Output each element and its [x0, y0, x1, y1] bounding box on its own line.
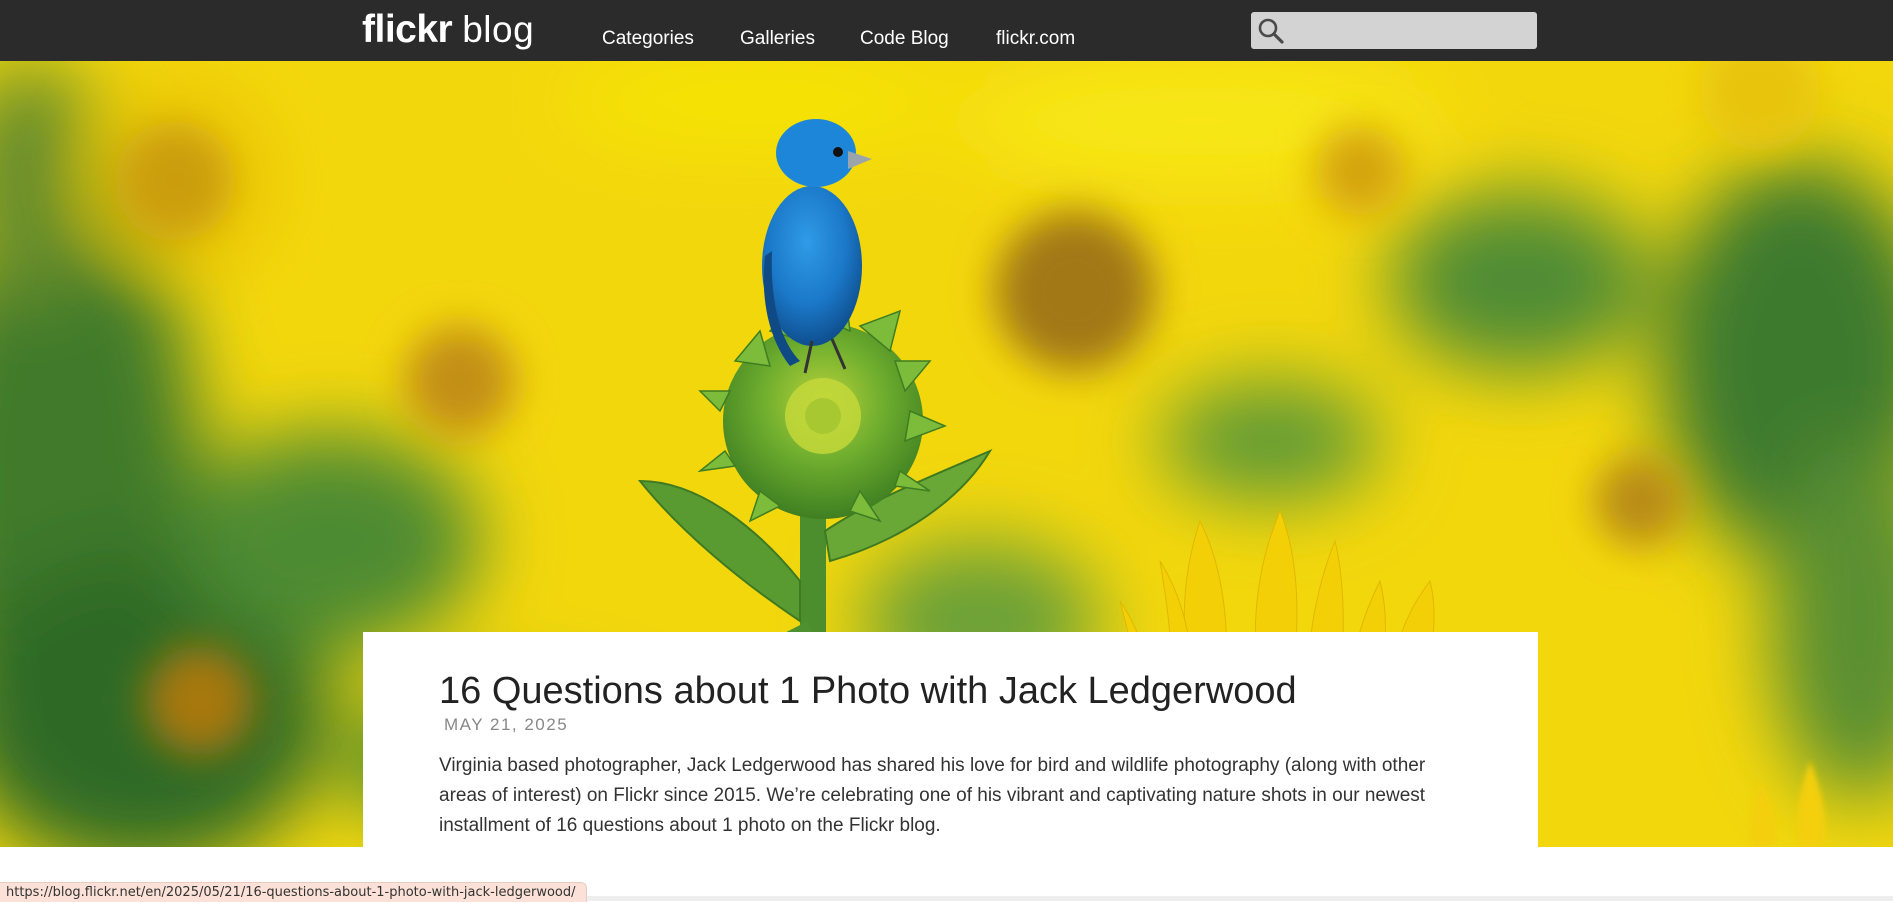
search-input[interactable]: [1291, 16, 1533, 47]
featured-post-card: 16 Questions about 1 Photo with Jack Led…: [363, 632, 1538, 847]
search-box[interactable]: [1251, 12, 1537, 49]
nav-link-categories[interactable]: Categories: [602, 26, 694, 52]
nav-link-code-blog[interactable]: Code Blog: [860, 26, 949, 52]
flickr-blog-logo[interactable]: flickr blog: [362, 8, 534, 52]
site-header: flickr blog Categories Galleries Code Blo…: [0, 0, 1893, 61]
post-date: MAY 21, 2025: [444, 715, 569, 734]
post-title-link[interactable]: 16 Questions about 1 Photo with Jack Led…: [439, 668, 1499, 714]
post-excerpt: Virginia based photographer, Jack Ledger…: [439, 755, 1426, 836]
nav-link-flickr-com[interactable]: flickr.com: [996, 26, 1075, 52]
logo-flickr-text: flickr: [362, 8, 453, 51]
search-icon[interactable]: [1257, 17, 1285, 45]
logo-blog-text: blog: [462, 9, 535, 50]
browser-status-url: https://blog.flickr.net/en/2025/05/21/16…: [0, 882, 587, 902]
nav-link-galleries[interactable]: Galleries: [740, 26, 815, 52]
